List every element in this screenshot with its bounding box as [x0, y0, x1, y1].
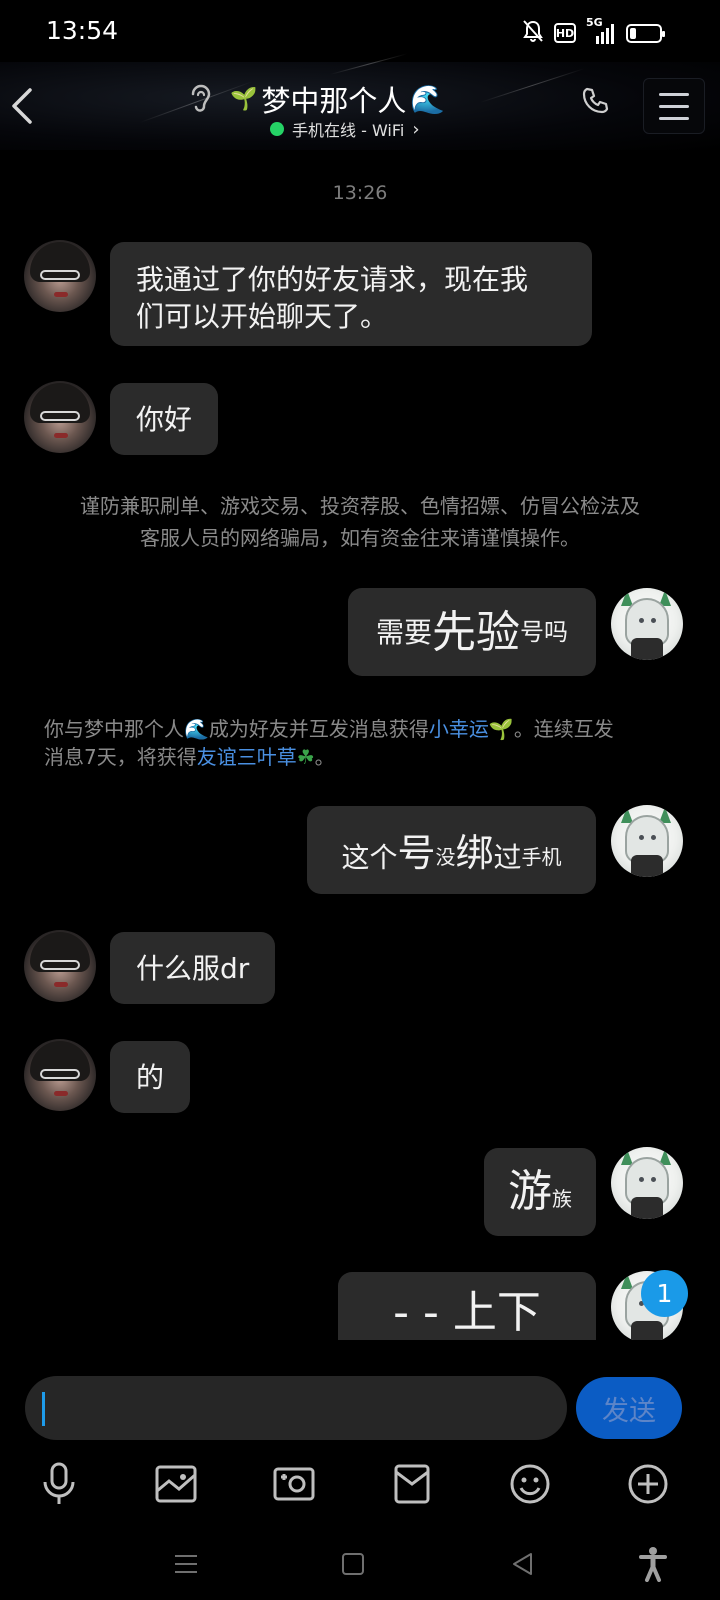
- chat-header: 🌱 梦中那个人 🌊 手机在线 - WiFi ›: [0, 53, 720, 150]
- mute-bell-icon: [522, 19, 544, 47]
- message-text: 先验: [432, 606, 520, 658]
- message-bubble[interactable]: 什么服dr: [110, 932, 276, 1004]
- microphone-icon[interactable]: [35, 1460, 83, 1508]
- accessibility-icon[interactable]: [633, 1544, 673, 1584]
- clover-link[interactable]: 友谊三叶草: [197, 745, 297, 769]
- chat-area[interactable]: 13:26 我通过了你的好友请求，现在我 们可以开始聊天了。 你好 谨防兼职刷单…: [0, 150, 720, 1340]
- lucky-link[interactable]: 小幸运: [429, 717, 489, 741]
- notice-text: 。: [314, 745, 335, 769]
- message-text: 绑: [455, 831, 494, 875]
- wave-icon: 🌊: [410, 82, 446, 116]
- my-avatar[interactable]: [611, 805, 683, 877]
- phone-icon[interactable]: [580, 86, 612, 122]
- sprout-icon: 🌱: [230, 86, 258, 112]
- contact-name: 梦中那个人: [261, 84, 407, 118]
- online-status[interactable]: 手机在线 - WiFi ›: [270, 117, 420, 141]
- contact-title[interactable]: 🌱 梦中那个人 🌊: [230, 78, 445, 120]
- message-text: 游: [508, 1166, 552, 1217]
- back-icon[interactable]: [8, 86, 40, 126]
- contact-avatar[interactable]: [24, 381, 96, 453]
- notice-text: 你与梦中那个人: [44, 717, 184, 741]
- emoji-icon[interactable]: [506, 1460, 554, 1508]
- notice-text: 成为好友并互发消息获得: [208, 717, 429, 741]
- contact-avatar[interactable]: [24, 240, 96, 312]
- image-icon[interactable]: [152, 1460, 200, 1508]
- camera-icon[interactable]: [270, 1460, 318, 1508]
- input-toolbar: [0, 1448, 720, 1528]
- message-bubble[interactable]: - - 上下: [338, 1272, 596, 1340]
- message-text: 什么服dr: [136, 951, 250, 985]
- clover-icon: ☘: [296, 745, 315, 769]
- chevron-right-icon: ›: [412, 118, 420, 140]
- wave-icon: 🌊: [184, 717, 209, 741]
- safety-notice-line: 客服人员的网络骗局，如有资金往来请谨慎操作。: [140, 526, 580, 550]
- nav-back-icon[interactable]: [503, 1544, 543, 1584]
- message-text: 们可以开始聊天了。: [136, 300, 389, 333]
- message-text: 我通过了你的好友请求，现在我: [136, 263, 529, 296]
- status-time: 13:54: [46, 16, 119, 45]
- message-text: 这个: [341, 841, 398, 874]
- text-cursor: [42, 1392, 45, 1426]
- message-text: 号吗: [520, 617, 568, 646]
- message-text: 族: [552, 1187, 572, 1211]
- message-text: 手机: [521, 845, 562, 869]
- nav-menu-icon[interactable]: [166, 1544, 206, 1584]
- plus-icon[interactable]: [624, 1460, 672, 1508]
- online-dot-icon: [270, 122, 284, 136]
- message-text: 的: [136, 1060, 165, 1094]
- message-timestamp: 13:26: [332, 182, 388, 204]
- red-packet-icon[interactable]: [388, 1460, 436, 1508]
- message-bubble[interactable]: 游 族: [484, 1148, 596, 1236]
- hd-icon: HD: [554, 23, 576, 43]
- my-avatar[interactable]: [611, 588, 683, 660]
- notice-text: 。连续互发: [513, 717, 614, 741]
- message-input[interactable]: [25, 1376, 567, 1440]
- network-type: 5G: [586, 16, 603, 29]
- battery-icon: [626, 23, 665, 43]
- my-avatar[interactable]: [611, 1147, 683, 1219]
- message-text: 没: [435, 845, 456, 869]
- notice-text: 消息7天，将获得: [44, 745, 197, 769]
- sprout-icon: 🌱: [488, 717, 514, 741]
- status-icons: HD 5G: [522, 16, 665, 47]
- message-bubble[interactable]: 我通过了你的好友请求，现在我 们可以开始聊天了。: [110, 242, 592, 346]
- message-bubble[interactable]: 这个 号 没 绑 过 手机: [307, 806, 596, 894]
- safety-notice-line: 谨防兼职刷单、游戏交易、投资荐股、色情招嫖、仿冒公检法及: [80, 494, 640, 518]
- ear-icon[interactable]: [188, 82, 214, 120]
- online-status-text: 手机在线 - WiFi: [292, 121, 405, 140]
- message-text: - - 上下: [393, 1287, 541, 1338]
- contact-avatar[interactable]: [24, 930, 96, 1002]
- menu-icon[interactable]: [643, 78, 705, 134]
- message-text: 过: [493, 841, 522, 874]
- message-text: 需要: [375, 615, 432, 649]
- message-bubble[interactable]: 你好: [110, 383, 219, 455]
- signal-icon: 5G: [586, 16, 616, 44]
- nav-home-icon[interactable]: [333, 1544, 373, 1584]
- message-text: 你好: [136, 402, 193, 436]
- background-streak: [479, 68, 585, 103]
- battery-fill: [630, 27, 636, 39]
- system-nav-bar: [0, 1530, 720, 1600]
- message-bubble[interactable]: 的: [110, 1041, 191, 1113]
- message-bubble[interactable]: 需要 先验 号吗: [348, 588, 596, 676]
- send-button[interactable]: 发送: [576, 1377, 682, 1439]
- safety-notice: 谨防兼职刷单、游戏交易、投资荐股、色情招嫖、仿冒公检法及 客服人员的网络骗局，如…: [40, 490, 680, 554]
- status-bar: 13:54 HD 5G: [0, 0, 720, 62]
- message-text: 号: [397, 831, 436, 875]
- friend-reward-notice: 你与梦中那个人🌊成为好友并互发消息获得小幸运🌱。连续互发 消息7天，将获得友谊三…: [44, 715, 684, 771]
- unread-count-badge[interactable]: 1: [641, 1270, 688, 1317]
- contact-avatar[interactable]: [24, 1039, 96, 1111]
